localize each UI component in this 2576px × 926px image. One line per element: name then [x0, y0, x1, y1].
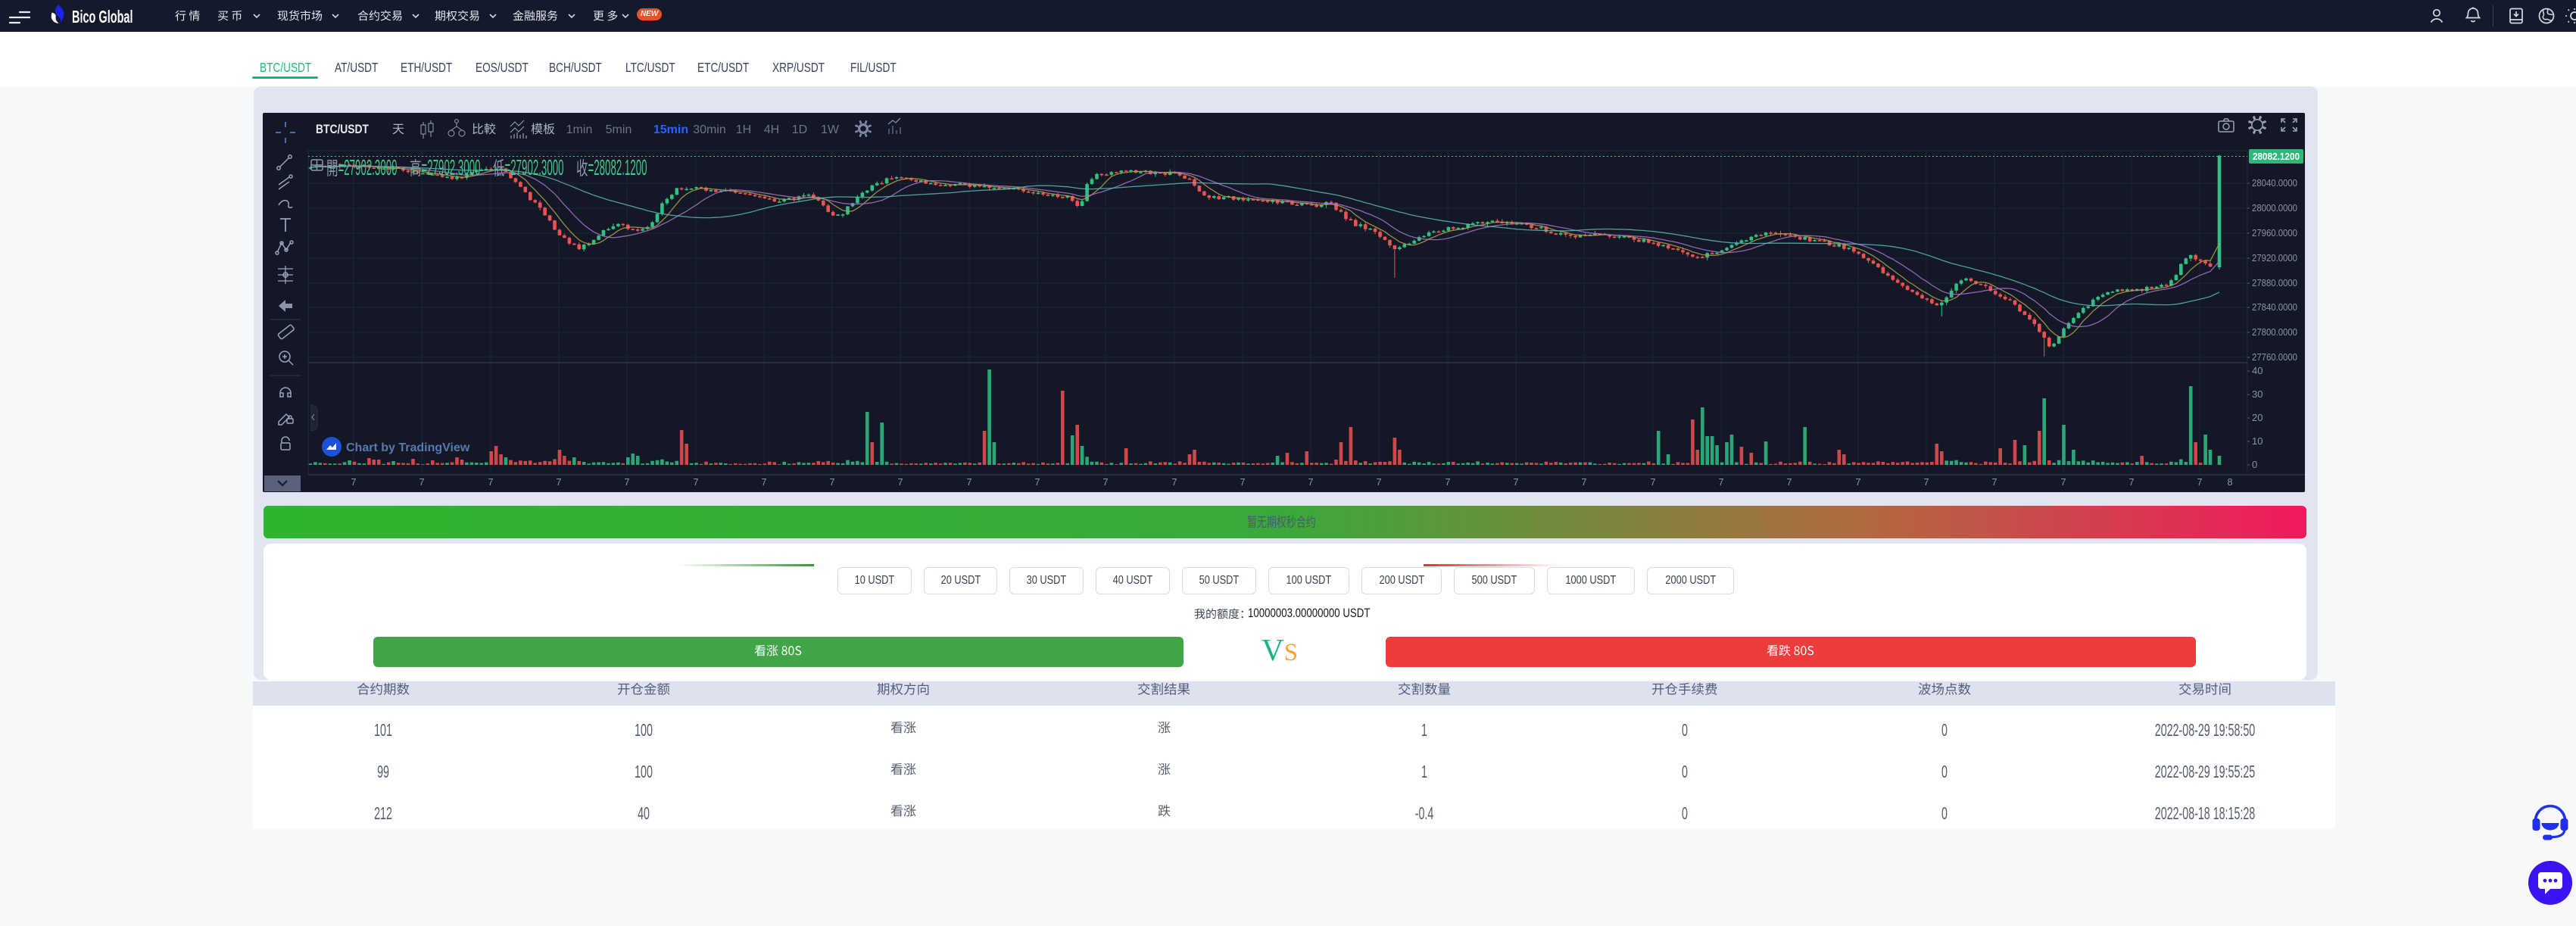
- svg-text:27800.0000: 27800.0000: [2252, 326, 2297, 338]
- svg-text:7: 7: [2060, 476, 2066, 488]
- svg-text:BTC/USDT: BTC/USDT: [316, 122, 369, 136]
- svg-text:7: 7: [419, 476, 424, 488]
- svg-text:7: 7: [1786, 476, 1792, 488]
- svg-text:0: 0: [2252, 459, 2257, 470]
- svg-text:7: 7: [1171, 476, 1177, 488]
- svg-text:7: 7: [1102, 476, 1108, 488]
- svg-text:30: 30: [2252, 388, 2263, 400]
- svg-text:Chart by TradingView: Chart by TradingView: [346, 441, 470, 454]
- svg-text:7: 7: [1376, 476, 1381, 488]
- svg-text:7: 7: [624, 476, 629, 488]
- svg-text:27920.0000: 27920.0000: [2252, 252, 2297, 263]
- svg-text:8: 8: [2227, 476, 2232, 488]
- svg-text:30min: 30min: [693, 123, 726, 136]
- svg-text:7: 7: [1308, 476, 1313, 488]
- svg-text:7: 7: [556, 476, 561, 488]
- svg-text:1H: 1H: [736, 123, 751, 136]
- svg-text:7: 7: [1991, 476, 1997, 488]
- svg-text:=28082.1200: =28082.1200: [588, 156, 647, 180]
- svg-text:7: 7: [1445, 476, 1450, 488]
- svg-text:=27902.3000: =27902.3000: [422, 156, 481, 180]
- svg-text:15min: 15min: [653, 123, 688, 136]
- svg-text:40: 40: [2252, 365, 2263, 376]
- svg-text:1D: 1D: [792, 123, 807, 136]
- svg-text:5min: 5min: [606, 123, 632, 136]
- svg-text:7: 7: [1581, 476, 1586, 488]
- svg-text:27760.0000: 27760.0000: [2252, 351, 2297, 363]
- svg-text:7: 7: [1923, 476, 1929, 488]
- svg-text:7: 7: [2197, 476, 2202, 488]
- svg-text:1W: 1W: [821, 123, 840, 136]
- svg-text:=27902.3000: =27902.3000: [505, 156, 564, 180]
- svg-text:7: 7: [966, 476, 971, 488]
- svg-text:7: 7: [351, 476, 356, 488]
- svg-text:1min: 1min: [566, 123, 593, 136]
- svg-text:7: 7: [1650, 476, 1655, 488]
- svg-text:7: 7: [693, 476, 698, 488]
- svg-text:28082.1200: 28082.1200: [2253, 151, 2300, 162]
- svg-text:28040.0000: 28040.0000: [2252, 177, 2297, 189]
- svg-text:=27902.3000: =27902.3000: [338, 156, 398, 180]
- svg-text:7: 7: [1240, 476, 1245, 488]
- svg-text:7: 7: [488, 476, 493, 488]
- svg-text:7: 7: [829, 476, 834, 488]
- svg-text:27840.0000: 27840.0000: [2252, 301, 2297, 313]
- svg-text:7: 7: [1718, 476, 1723, 488]
- svg-text:20: 20: [2252, 412, 2263, 423]
- svg-text:7: 7: [1034, 476, 1040, 488]
- svg-text:7: 7: [1855, 476, 1860, 488]
- svg-text:7: 7: [1513, 476, 1518, 488]
- svg-text:7: 7: [761, 476, 766, 488]
- svg-text:27880.0000: 27880.0000: [2252, 277, 2297, 288]
- svg-text:4H: 4H: [764, 123, 779, 136]
- svg-text:28000.0000: 28000.0000: [2252, 202, 2297, 214]
- svg-text:10: 10: [2252, 435, 2263, 447]
- svg-text:27960.0000: 27960.0000: [2252, 227, 2297, 239]
- svg-text:7: 7: [897, 476, 903, 488]
- svg-text:7: 7: [2128, 476, 2134, 488]
